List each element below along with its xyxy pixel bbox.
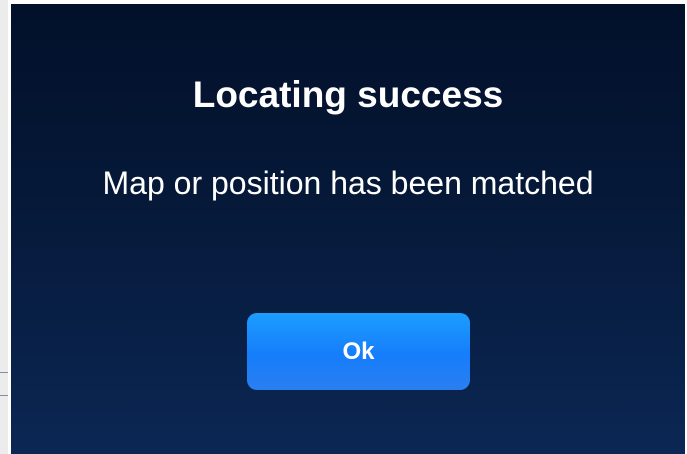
dialog-message: Map or position has been matched [102, 165, 594, 201]
background-divider [0, 372, 8, 396]
dialog-title: Locating success [192, 74, 504, 115]
locating-result-dialog: Locating success Map or position has bee… [11, 4, 685, 454]
screen: Locating success Map or position has bee… [0, 0, 687, 454]
ok-button[interactable]: Ok [247, 313, 470, 390]
background-app-edge [0, 0, 8, 454]
